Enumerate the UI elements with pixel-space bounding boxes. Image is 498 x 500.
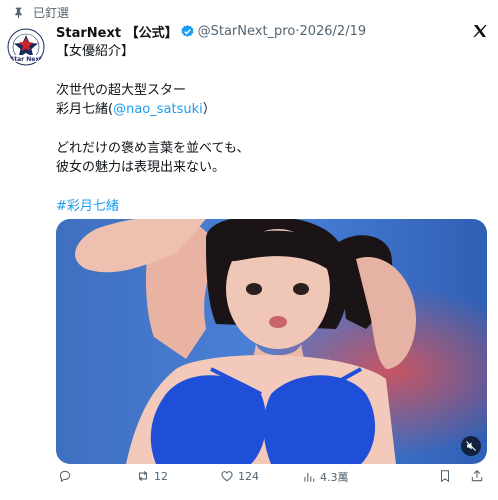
mention-close: ） (202, 102, 216, 117)
share-icon (471, 470, 483, 482)
account-handle[interactable]: @StarNext_pro (198, 24, 296, 39)
views-button[interactable]: 4.3萬 (302, 469, 349, 485)
tweet-date[interactable]: 2026/2/19 (299, 24, 366, 39)
x-logo-icon[interactable] (472, 23, 488, 39)
tweet-text: 【女優紹介】 次世代の超大型スター 彩月七緒(@nao_satsuki） どれだ… (56, 42, 476, 216)
heart-icon (221, 471, 233, 482)
tweet-line-title: 次世代の超大型スター (56, 83, 187, 98)
reply-button[interactable] (58, 469, 76, 483)
bookmark-icon (440, 470, 450, 483)
like-count: 124 (238, 469, 259, 483)
tweet-line-name: 彩月七緒(@nao_satsuki） (56, 100, 476, 119)
mention-link[interactable]: @nao_satsuki (113, 102, 203, 117)
account-name[interactable]: StarNext 【公式】 (56, 22, 178, 41)
pin-icon (15, 7, 22, 19)
avatar-text: Star Next (10, 56, 42, 63)
actress-name: 彩月七緒( (56, 102, 114, 117)
tweet-line-charm: 彼女の魅力は表現出来ない。 (56, 160, 226, 175)
action-bar: 12 124 4.3萬 (56, 469, 487, 491)
views-icon (304, 472, 315, 482)
hashtag-link[interactable]: #彩月七緒 (56, 197, 476, 216)
tweet-line-praise: どれだけの褒め言葉を並べても、 (56, 141, 250, 156)
like-button[interactable]: 124 (220, 469, 259, 483)
tweet-line-heading: 【女優紹介】 (56, 44, 135, 59)
bookmark-button[interactable] (438, 469, 456, 483)
reply-icon (59, 470, 71, 483)
views-count: 4.3萬 (320, 471, 349, 484)
share-button[interactable] (470, 469, 488, 483)
mute-button[interactable] (461, 436, 481, 456)
pinned-label: 已釘選 (33, 6, 70, 20)
avatar[interactable]: Star Next (7, 28, 45, 66)
pinned-indicator: 已釘選 (12, 4, 69, 21)
retweet-icon (138, 470, 148, 482)
verified-badge-icon (181, 24, 194, 37)
muted-speaker-icon (466, 441, 476, 451)
video-player[interactable] (56, 219, 487, 464)
retweet-count: 12 (154, 469, 168, 483)
tweet-header: StarNext 【公式】 @StarNext_pro · 2026/2/19 (56, 21, 488, 41)
retweet-button[interactable]: 12 (136, 469, 168, 483)
